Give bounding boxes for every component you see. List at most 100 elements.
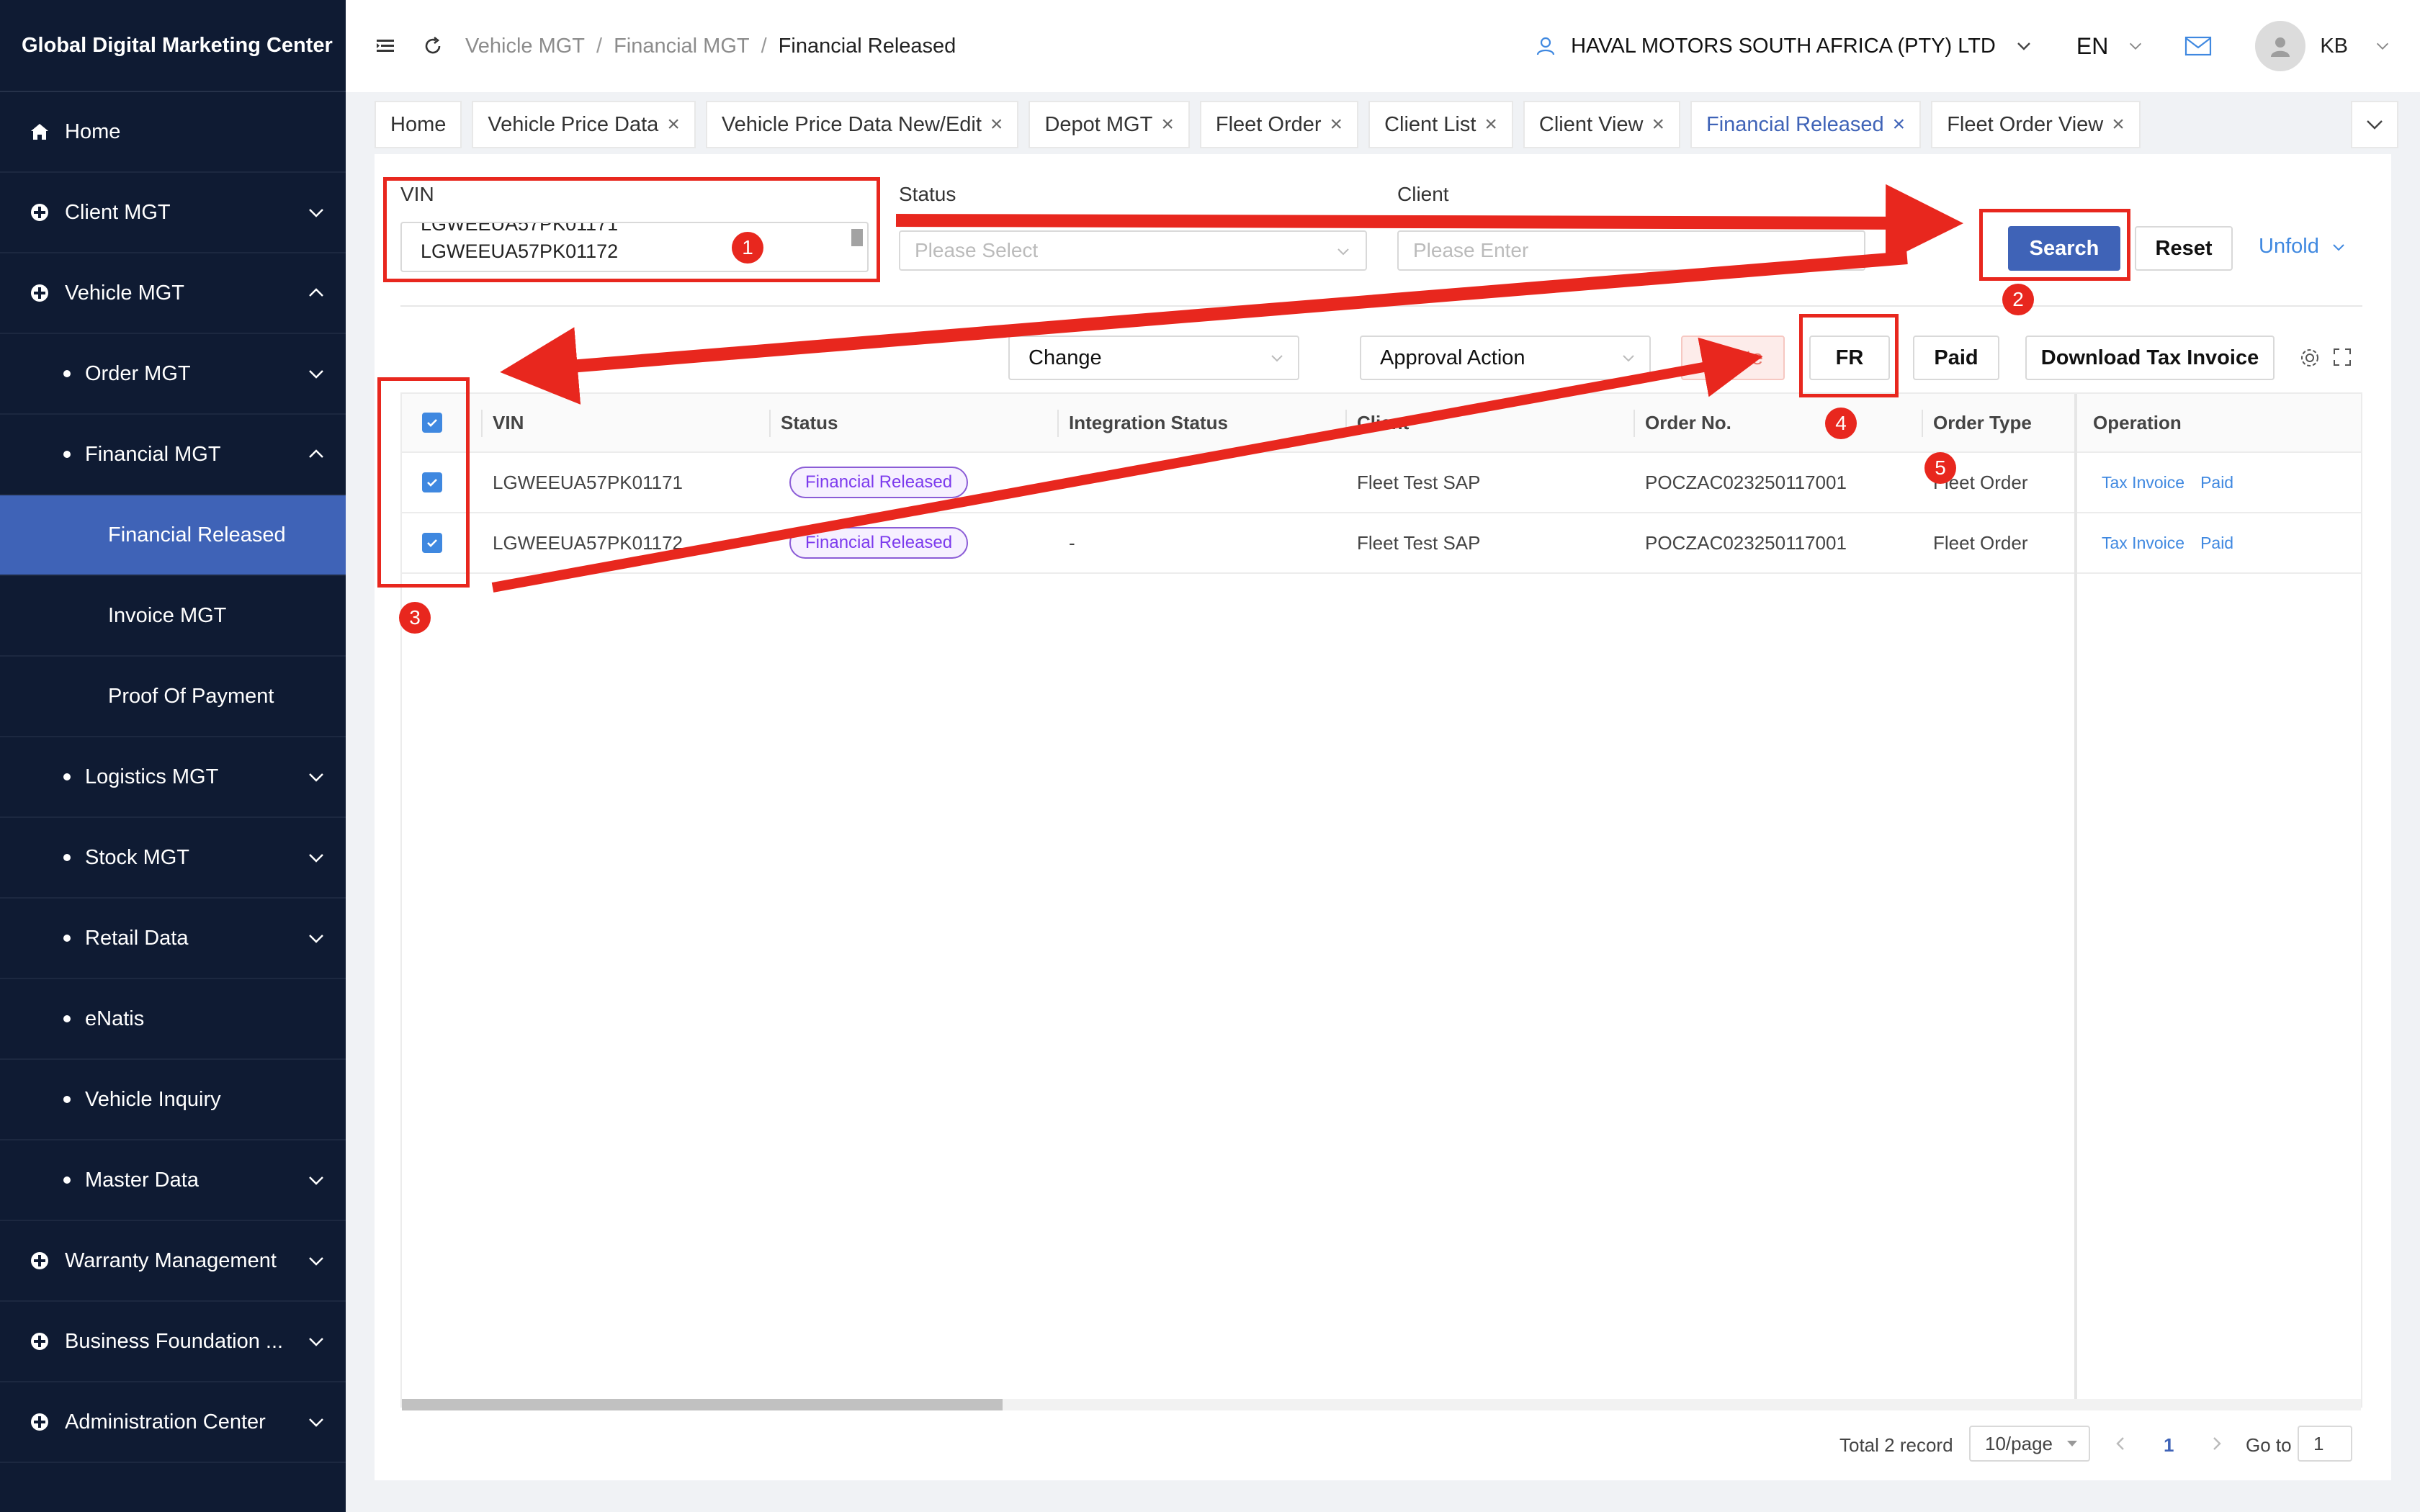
company-selector[interactable]: HAVAL MOTORS SOUTH AFRICA (PTY) LTD [1571, 35, 1996, 58]
sidebar-item-business-foundation[interactable]: Business Foundation ... [0, 1302, 346, 1382]
annotation-number-5: 5 [1924, 452, 1956, 484]
close-icon[interactable]: × [1161, 112, 1174, 137]
column-header-status[interactable]: Status [771, 394, 838, 451]
column-header-client[interactable]: Client [1347, 394, 1409, 451]
download-tax-invoice-button[interactable]: Download Tax Invoice [2025, 336, 2275, 380]
table-row[interactable]: LGWEEUA57PK01171 Financial Released - Fl… [402, 453, 2361, 513]
sidebar-item-label: Home [65, 120, 121, 143]
data-table: VIN Status Integration Status Client Ord… [400, 392, 2362, 1410]
sidebar-item-retail-data[interactable]: Retail Data [0, 899, 346, 979]
cell-order-type: Fleet Order [1933, 531, 2028, 554]
bullet-icon [63, 1096, 71, 1103]
chevron-down-icon[interactable] [2374, 37, 2391, 55]
tab-home[interactable]: Home [375, 101, 462, 148]
tab-client-view[interactable]: Client View × [1523, 101, 1680, 148]
sidebar-item-home[interactable]: Home [0, 92, 346, 173]
approval-action-select[interactable]: Approval Action [1360, 336, 1651, 380]
tab-fleet-order[interactable]: Fleet Order × [1199, 101, 1359, 148]
tax-invoice-link[interactable]: Tax Invoice [2102, 534, 2184, 553]
chevron-down-icon[interactable] [2015, 37, 2033, 55]
sidebar-item-logistics-mgt[interactable]: Logistics MGT [0, 737, 346, 818]
client-input[interactable]: Please Enter [1397, 230, 1865, 271]
page-size-select[interactable]: 10/page [1969, 1426, 2090, 1462]
breadcrumb-item[interactable]: Financial MGT [614, 35, 750, 58]
menu-fold-icon[interactable] [375, 35, 396, 57]
bullet-icon [63, 451, 71, 458]
close-icon[interactable]: × [1652, 112, 1664, 137]
sidebar-item-vehicle-inquiry[interactable]: Vehicle Inquiry [0, 1060, 346, 1140]
prev-page-icon[interactable] [2112, 1434, 2130, 1453]
sidebar-item-financial-mgt[interactable]: Financial MGT [0, 415, 346, 495]
delete-button[interactable]: Delete [1681, 336, 1785, 380]
tab-depot-mgt[interactable]: Depot MGT × [1028, 101, 1190, 148]
annotation-number-4: 4 [1825, 408, 1857, 439]
tab-client-list[interactable]: Client List × [1368, 101, 1513, 148]
column-header-order-type[interactable]: Order Type [1923, 394, 2032, 451]
paid-link[interactable]: Paid [2200, 473, 2233, 492]
sidebar-item-client-mgt[interactable]: Client MGT [0, 173, 346, 253]
sidebar-item-proof-of-payment[interactable]: Proof Of Payment [0, 657, 346, 737]
fullscreen-icon[interactable] [2332, 347, 2352, 367]
paid-link[interactable]: Paid [2200, 534, 2233, 553]
settings-gear-icon[interactable] [2299, 347, 2321, 369]
refresh-icon[interactable] [422, 35, 444, 57]
sidebar-item-vehicle-mgt[interactable]: Vehicle MGT [0, 253, 346, 334]
status-select[interactable]: Please Select [899, 230, 1367, 271]
current-page[interactable]: 1 [2164, 1434, 2174, 1457]
avatar[interactable] [2255, 21, 2306, 71]
reset-button[interactable]: Reset [2135, 226, 2233, 271]
plus-circle-icon [29, 1250, 50, 1272]
unfold-link[interactable]: Unfold [2259, 235, 2347, 258]
section-divider [400, 305, 2362, 307]
change-select[interactable]: Change [1008, 336, 1299, 380]
tabs-dropdown-button[interactable] [2351, 101, 2398, 148]
language-selector[interactable]: EN [2076, 33, 2108, 60]
column-header-integration-status[interactable]: Integration Status [1059, 394, 1228, 451]
column-header-order-no[interactable]: Order No. [1635, 394, 1731, 451]
chevron-down-icon [309, 854, 323, 863]
sidebar-item-label: Vehicle Inquiry [85, 1087, 221, 1111]
chevron-down-icon [2367, 120, 2383, 130]
chevron-down-icon[interactable] [2127, 37, 2144, 55]
close-icon[interactable]: × [990, 112, 1003, 137]
next-page-icon[interactable] [2207, 1434, 2226, 1453]
column-header-vin[interactable]: VIN [483, 394, 524, 451]
breadcrumb-item[interactable]: Vehicle MGT [465, 35, 585, 58]
sidebar-item-enatis[interactable]: eNatis [0, 979, 346, 1060]
tab-fleet-order-view[interactable]: Fleet Order View × [1931, 101, 2141, 148]
bullet-icon [63, 773, 71, 780]
tab-vehicle-price-data-new-edit[interactable]: Vehicle Price Data New/Edit × [705, 101, 1019, 148]
sidebar-item-stock-mgt[interactable]: Stock MGT [0, 818, 346, 899]
sidebar-item-master-data[interactable]: Master Data [0, 1140, 346, 1221]
status-label: Status [899, 183, 956, 205]
sidebar-item-invoice-mgt[interactable]: Invoice MGT [0, 576, 346, 657]
cell-vin: LGWEEUA57PK01171 [493, 471, 683, 493]
page-size-value: 10/page [1985, 1432, 2053, 1454]
table-header: VIN Status Integration Status Client Ord… [402, 394, 2361, 453]
sidebar-item-order-mgt[interactable]: Order MGT [0, 334, 346, 415]
table-row[interactable]: LGWEEUA57PK01172 Financial Released - Fl… [402, 513, 2361, 574]
horizontal-scrollbar-thumb[interactable] [402, 1399, 1003, 1410]
close-icon[interactable]: × [667, 112, 680, 137]
fixed-column-shadow [2074, 394, 2077, 1406]
tab-label: Home [390, 112, 447, 136]
tab-financial-released[interactable]: Financial Released × [1690, 101, 1922, 148]
sidebar-item-label: Business Foundation ... [65, 1329, 284, 1353]
sidebar-item-warranty-management[interactable]: Warranty Management [0, 1221, 346, 1302]
sidebar-item-label: eNatis [85, 1007, 145, 1030]
close-icon[interactable]: × [1484, 112, 1497, 137]
goto-page-input[interactable]: 1 [2298, 1426, 2352, 1462]
close-icon[interactable]: × [1330, 112, 1343, 137]
close-icon[interactable]: × [1893, 112, 1906, 137]
sidebar-item-administration-center[interactable]: Administration Center [0, 1382, 346, 1463]
close-icon[interactable]: × [2112, 112, 2125, 137]
sidebar-item-label: Retail Data [85, 926, 189, 950]
chevron-down-icon [309, 1257, 323, 1266]
bullet-icon [63, 854, 71, 861]
tab-vehicle-price-data[interactable]: Vehicle Price Data × [472, 101, 696, 148]
paid-button[interactable]: Paid [1913, 336, 1999, 380]
tax-invoice-link[interactable]: Tax Invoice [2102, 473, 2184, 492]
mail-icon[interactable] [2184, 35, 2212, 57]
sidebar-item-financial-released[interactable]: Financial Released [0, 495, 346, 576]
user-initials[interactable]: KB [2320, 35, 2348, 58]
